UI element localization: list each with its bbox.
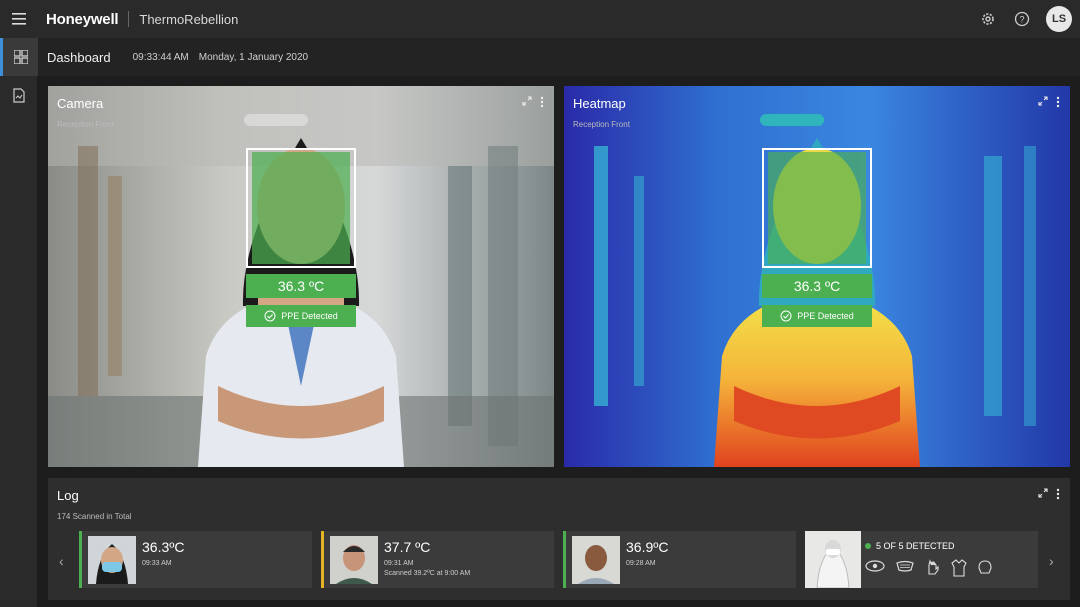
expand-icon[interactable] (1038, 96, 1048, 106)
page-title: Dashboard (47, 49, 111, 65)
camera-panel: 36.3 ºC PPE Detected Camera Reception Fr… (48, 86, 554, 467)
expand-icon[interactable] (522, 96, 532, 106)
brand-divider (128, 11, 130, 27)
help-button[interactable]: ? (1012, 9, 1032, 29)
heatmap-ppe-label: PPE Detected (797, 311, 854, 321)
log-panel: Log 174 Scanned in Total ‹ 36.3ºC 09:33 … (48, 478, 1070, 600)
camera-title: Camera (57, 96, 104, 111)
product-name: ThermoRebellion (139, 11, 239, 27)
menu-icon (12, 13, 26, 25)
heatmap-ppe-tag: PPE Detected (762, 305, 872, 327)
current-time: 09:33:44 AM (132, 51, 189, 63)
heatmap-panel: 36.3 ºC PPE Detected Heatmap Reception F… (564, 86, 1070, 467)
person-photo (572, 536, 620, 584)
camera-location: Reception Front (57, 120, 114, 129)
ppe-status-label: 5 OF 5 DETECTED (876, 541, 955, 551)
brand-logo: Honeywell (46, 10, 119, 28)
ppe-person-photo (805, 531, 861, 588)
log-title: Log (57, 488, 79, 503)
report-icon (13, 87, 25, 103)
log-entry[interactable]: 36.9ºC 09:28 AM (563, 531, 796, 588)
glove-icon (928, 559, 939, 575)
camera-ppe-label: PPE Detected (281, 311, 338, 321)
expand-icon[interactable] (1038, 488, 1048, 498)
entry-time: 09:33 AM (142, 560, 172, 567)
goggles-icon (865, 560, 885, 572)
gown-icon (951, 559, 967, 577)
ppe-status: 5 OF 5 DETECTED (865, 541, 993, 551)
help-icon: ? (1014, 11, 1030, 27)
svg-text:?: ? (1019, 15, 1024, 25)
entry-temperature: 36.9ºC (626, 539, 669, 555)
more-options-icon[interactable] (540, 96, 544, 108)
camera-temperature-tag: 36.3 ºC (246, 274, 356, 298)
settings-button[interactable] (978, 9, 998, 29)
cap-icon (978, 560, 992, 574)
more-options-icon[interactable] (1056, 488, 1060, 500)
heatmap-location: Reception Front (573, 120, 630, 129)
face-highlight (252, 152, 350, 264)
entry-time: 09:28 AM (626, 560, 656, 567)
heatmap-face-highlight (768, 152, 866, 264)
entry-temperature: 36.3ºC (142, 539, 185, 555)
log-prev-button[interactable]: ‹ (59, 553, 64, 569)
status-dot (865, 543, 871, 549)
user-avatar[interactable]: LS (1046, 6, 1072, 32)
heatmap-temperature-tag: 36.3 ºC (762, 274, 872, 298)
nav-reports[interactable] (0, 76, 38, 114)
check-circle-icon (780, 310, 792, 322)
more-options-icon[interactable] (1056, 96, 1060, 108)
heatmap-title: Heatmap (573, 96, 626, 111)
entry-time: 09:31 AM (384, 560, 414, 567)
log-entry[interactable]: 36.3ºC 09:33 AM (79, 531, 312, 588)
log-entry[interactable]: 37.7 ºC 09:31 AM Scanned 39.2ºC at 9:00 … (321, 531, 554, 588)
log-total: 174 Scanned in Total (57, 512, 132, 521)
grid-icon (13, 50, 28, 64)
person-photo (330, 536, 378, 584)
status-bar (563, 531, 566, 588)
entry-temperature: 37.7 ºC (384, 539, 431, 555)
status-bar (321, 531, 324, 588)
sub-header: Dashboard 09:33:44 AM Monday, 1 January … (38, 38, 1080, 76)
entry-note: Scanned 39.2ºC at 9:00 AM (384, 570, 471, 577)
check-circle-icon (264, 310, 276, 322)
ppe-summary-card[interactable]: 5 OF 5 DETECTED (805, 531, 1038, 588)
side-nav (0, 38, 38, 607)
current-date: Monday, 1 January 2020 (198, 51, 309, 63)
ppe-icons (865, 559, 993, 577)
mask-icon (896, 560, 914, 572)
nav-dashboard[interactable] (0, 38, 38, 76)
person-photo (88, 536, 136, 584)
status-bar (79, 531, 82, 588)
log-next-button[interactable]: › (1049, 553, 1054, 569)
top-bar: Honeywell ThermoRebellion ? LS (0, 0, 1080, 38)
camera-ppe-tag: PPE Detected (246, 305, 356, 327)
gear-icon (982, 13, 994, 25)
hamburger-menu-button[interactable] (0, 0, 38, 38)
